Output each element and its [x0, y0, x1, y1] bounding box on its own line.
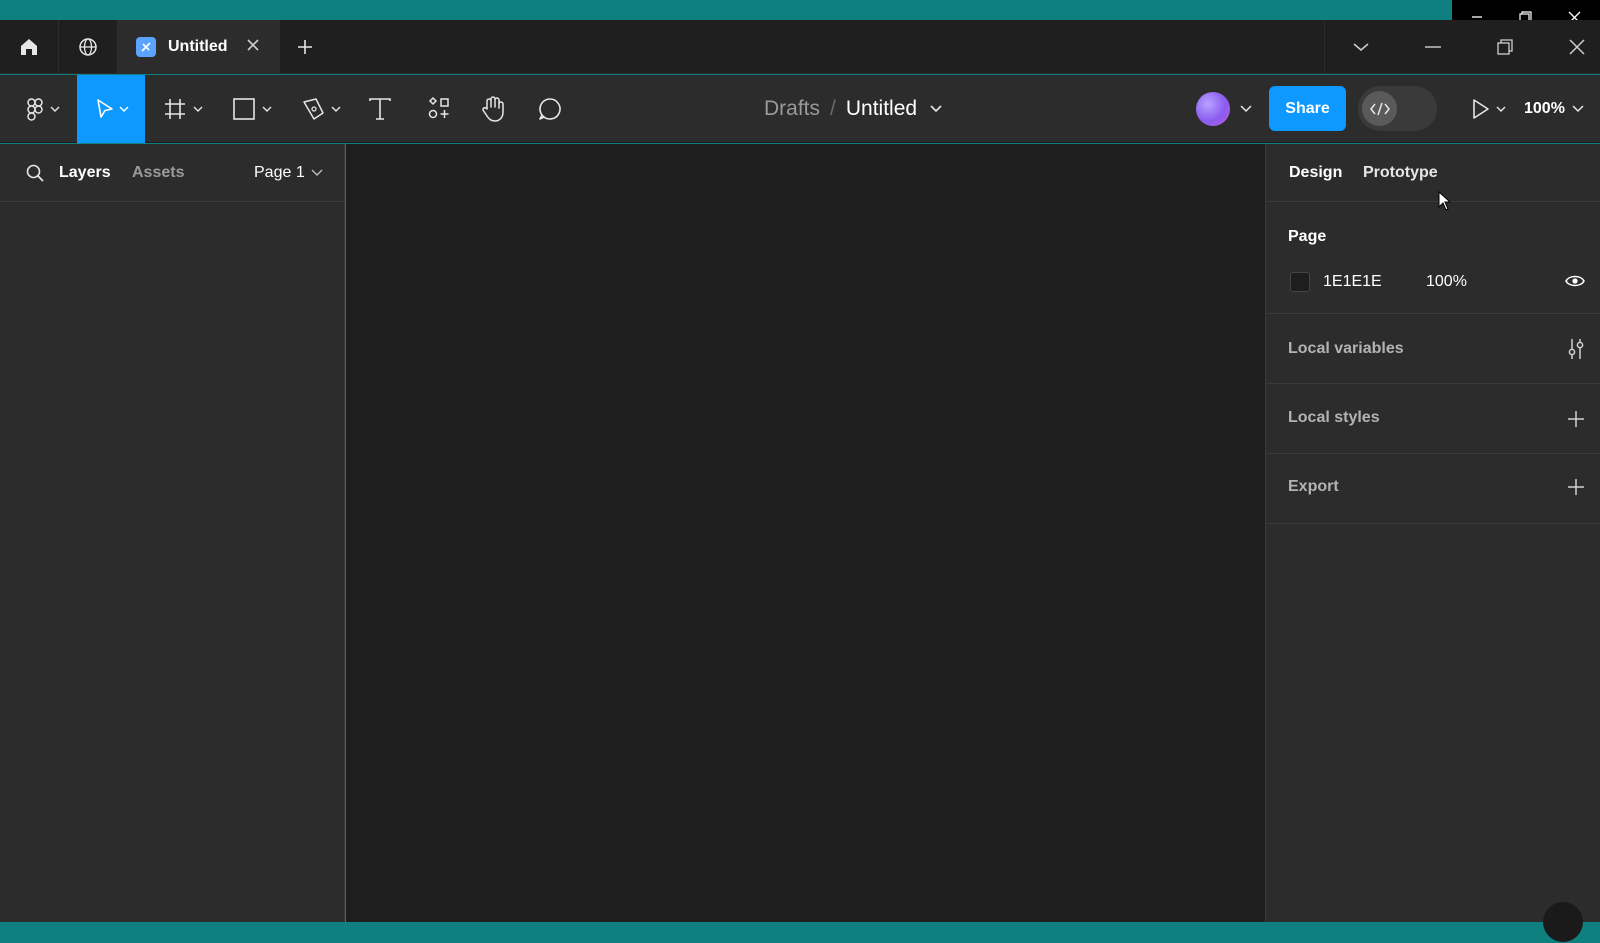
play-icon: [1473, 99, 1506, 119]
plus-icon[interactable]: [1565, 408, 1587, 430]
new-tab-button[interactable]: [285, 20, 325, 74]
breadcrumb-separator: /: [830, 97, 836, 120]
figma-file-icon: [136, 37, 156, 57]
right-panel-header: Design Prototype: [1266, 144, 1600, 202]
eye-icon[interactable]: [1565, 274, 1585, 293]
text-icon: [369, 98, 391, 120]
community-button[interactable]: [59, 20, 118, 74]
main-menu-button[interactable]: [12, 75, 74, 143]
frame-tool[interactable]: [159, 75, 211, 143]
share-button[interactable]: Share: [1269, 86, 1346, 131]
desktop-background-bottom: [0, 922, 1600, 943]
app-window: Untitled Drafts / Untitled Share 100% La…: [0, 0, 1600, 943]
cursor-arrow-icon: [97, 99, 129, 118]
left-panel-header: Layers Assets Page 1: [0, 144, 345, 202]
tab-design[interactable]: Design: [1289, 164, 1342, 182]
page-color-swatch[interactable]: [1290, 272, 1310, 292]
hand-tool[interactable]: [478, 75, 508, 143]
chevron-down-icon: [311, 169, 323, 176]
right-panel: Design Prototype Page 1E1E1E 100% Local …: [1265, 144, 1600, 922]
close-window-button[interactable]: [1541, 20, 1600, 74]
shape-tool[interactable]: [228, 75, 280, 143]
move-tool[interactable]: [77, 75, 145, 143]
local-styles-title: Local styles: [1288, 409, 1380, 426]
tab-bar: Untitled: [0, 20, 1600, 74]
desktop-background-top: [0, 0, 1452, 20]
export-section: Export: [1266, 454, 1600, 524]
text-tool[interactable]: [364, 75, 396, 143]
toolbar: Drafts / Untitled Share 100%: [0, 75, 1600, 143]
page-opacity[interactable]: 100%: [1426, 273, 1467, 291]
plus-icon: [298, 40, 312, 54]
local-variables-title: Local variables: [1288, 340, 1404, 357]
globe-icon: [79, 38, 97, 56]
page-section-title: Page: [1288, 228, 1327, 245]
pen-icon: [303, 98, 341, 120]
tabs-menu-button[interactable]: [1325, 20, 1397, 74]
search-icon[interactable]: [26, 164, 44, 187]
tab-assets[interactable]: Assets: [132, 164, 184, 182]
home-button[interactable]: [0, 20, 59, 74]
present-button[interactable]: [1468, 75, 1512, 143]
resources-tool[interactable]: [424, 75, 454, 143]
tab-untitled[interactable]: Untitled: [118, 20, 280, 74]
restore-icon: [1497, 39, 1513, 55]
page-section: Page: [1266, 202, 1600, 314]
export-title: Export: [1288, 478, 1339, 495]
dev-mode-toggle[interactable]: [1358, 86, 1437, 131]
tab-layers[interactable]: Layers: [59, 164, 111, 182]
help-button[interactable]: [1543, 902, 1583, 942]
zoom-value: 100%: [1524, 100, 1565, 117]
frame-hash-icon: [165, 99, 203, 119]
breadcrumb: Drafts / Untitled: [764, 75, 943, 143]
page-color-hex[interactable]: 1E1E1E: [1323, 273, 1382, 291]
figma-logo-icon: [27, 98, 60, 121]
minimize-button[interactable]: [1397, 20, 1469, 74]
components-icon: [428, 96, 449, 119]
chevron-down-icon: [1239, 105, 1252, 113]
file-title[interactable]: Untitled: [846, 97, 917, 121]
zoom-control[interactable]: 100%: [1524, 75, 1585, 143]
canvas[interactable]: [346, 144, 1265, 922]
avatar: [1195, 92, 1230, 126]
mouse-cursor-icon: [1438, 190, 1452, 216]
home-icon: [21, 39, 37, 55]
app-window-controls: [1324, 20, 1600, 74]
comment-icon: [539, 98, 561, 120]
sliders-icon[interactable]: [1565, 338, 1587, 360]
local-variables-section: Local variables: [1266, 314, 1600, 384]
chevron-down-icon: [1572, 105, 1584, 113]
plus-icon[interactable]: [1565, 476, 1587, 498]
code-icon: [1362, 91, 1397, 126]
close-icon: [1569, 39, 1585, 55]
rectangle-icon: [233, 98, 272, 120]
hand-icon: [482, 96, 504, 122]
comment-tool[interactable]: [535, 75, 565, 143]
tab-title: Untitled: [168, 38, 228, 55]
restore-button[interactable]: [1469, 20, 1541, 74]
user-menu-button[interactable]: [1192, 75, 1256, 143]
local-styles-section: Local styles: [1266, 384, 1600, 454]
page-name: Page 1: [254, 164, 305, 181]
minimize-icon: [1425, 46, 1441, 48]
chevron-down-icon[interactable]: [929, 104, 943, 114]
left-panel: Layers Assets Page 1: [0, 144, 345, 922]
breadcrumb-drafts[interactable]: Drafts: [764, 97, 820, 121]
close-icon[interactable]: [246, 38, 260, 57]
page-selector[interactable]: Page 1: [254, 164, 323, 182]
pen-tool[interactable]: [297, 75, 349, 143]
tab-prototype[interactable]: Prototype: [1363, 164, 1438, 182]
chevron-down-icon: [1353, 43, 1369, 51]
